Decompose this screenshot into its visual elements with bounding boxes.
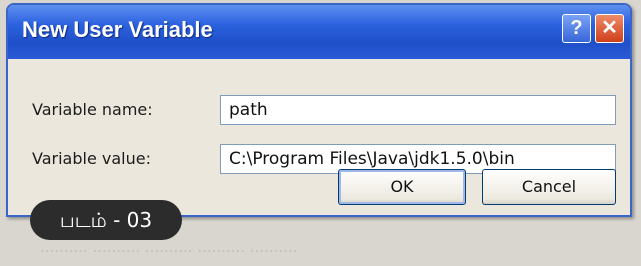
close-button[interactable]: ✕: [595, 14, 624, 43]
close-icon: ✕: [601, 17, 618, 39]
dialog-title: New User Variable: [22, 17, 213, 42]
help-button[interactable]: ?: [562, 14, 591, 43]
variable-name-input[interactable]: path: [220, 95, 616, 125]
variable-value-label: Variable value:: [32, 149, 151, 168]
new-user-variable-dialog: New User Variable ? ✕ Variable name: pat…: [6, 3, 632, 217]
ok-button[interactable]: OK: [338, 169, 466, 205]
figure-caption-badge: படம் - 03: [30, 200, 182, 240]
title-bar[interactable]: New User Variable ? ✕: [8, 5, 630, 59]
cancel-button[interactable]: Cancel: [482, 169, 616, 205]
variable-name-label: Variable name:: [32, 100, 153, 119]
help-icon: ?: [570, 17, 583, 39]
